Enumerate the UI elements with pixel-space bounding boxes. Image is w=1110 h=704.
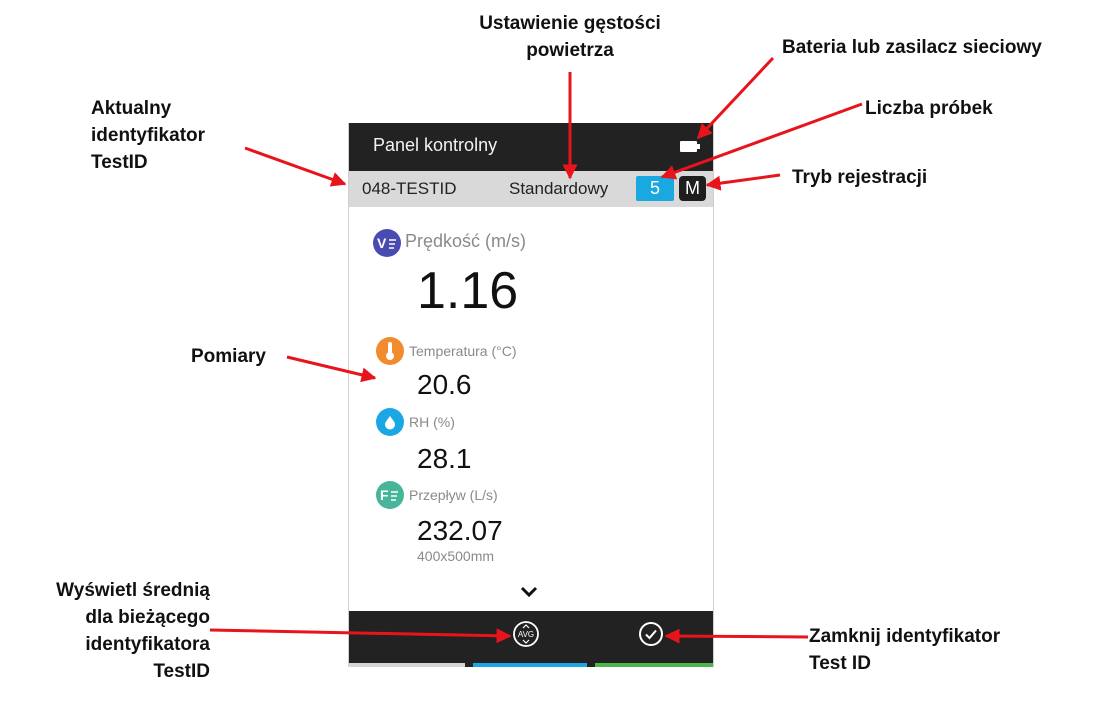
arrow-test-id	[244, 146, 347, 187]
tab-indicator-gray[interactable]	[349, 663, 465, 667]
annotation-samples: Liczba próbek	[865, 98, 993, 119]
annotation-test-id: Aktualny identyfikator TestID	[91, 98, 206, 173]
annotation-battery: Bateria lub zasilacz sieciowy	[782, 37, 1042, 58]
annotation-air-density: Ustawienie gęstości powietrza	[479, 13, 661, 61]
flow-label: Przepływ (L/s)	[409, 487, 498, 503]
log-mode-badge[interactable]: M	[679, 176, 706, 201]
test-id-label[interactable]: 048-TESTID	[362, 179, 456, 199]
temperature-value: 20.6	[417, 369, 472, 400]
flow-value: 232.07	[417, 515, 503, 546]
device-screen: Panel kontrolny 048-TESTID Standardowy 5…	[348, 123, 714, 667]
svg-text:AVG: AVG	[518, 630, 534, 639]
close-test-id-button[interactable]	[638, 621, 664, 647]
battery-icon	[680, 141, 700, 152]
tab-indicator-blue[interactable]	[473, 663, 587, 667]
status-bar: 048-TESTID Standardowy 5 M	[349, 171, 713, 207]
sample-count-badge[interactable]: 5	[636, 176, 674, 201]
chevron-down-icon[interactable]	[518, 585, 540, 599]
temperature-label: Temperatura (°C)	[409, 343, 517, 359]
annotation-mode: Tryb rejestracji	[792, 167, 928, 188]
velocity-icon: V	[373, 229, 401, 257]
annotation-close: Zamknij identyfikator Test ID	[809, 626, 1001, 674]
rh-value: 28.1	[417, 443, 472, 474]
velocity-label: Prędkość (m/s)	[405, 231, 527, 251]
bottom-toolbar: AVG	[349, 611, 713, 667]
flow-duct-size: 400x500mm	[417, 548, 495, 564]
thermometer-icon	[376, 337, 404, 365]
title-bar: Panel kontrolny	[349, 123, 713, 171]
droplet-icon	[376, 408, 404, 436]
velocity-value: 1.16	[417, 262, 519, 320]
svg-text:F: F	[380, 487, 389, 503]
tab-indicator-green[interactable]	[595, 663, 713, 667]
arrow-mode	[705, 173, 781, 191]
air-density-label[interactable]: Standardowy	[509, 179, 608, 199]
annotation-average: Wyświetl średnią dla bieżącego identyfik…	[56, 580, 210, 682]
annotation-measurements: Pomiary	[191, 346, 266, 367]
svg-text:V: V	[377, 235, 387, 251]
flow-icon: F	[376, 481, 404, 509]
screen-title: Panel kontrolny	[373, 135, 498, 155]
rh-label: RH (%)	[409, 414, 455, 430]
average-button[interactable]: AVG	[512, 620, 540, 648]
